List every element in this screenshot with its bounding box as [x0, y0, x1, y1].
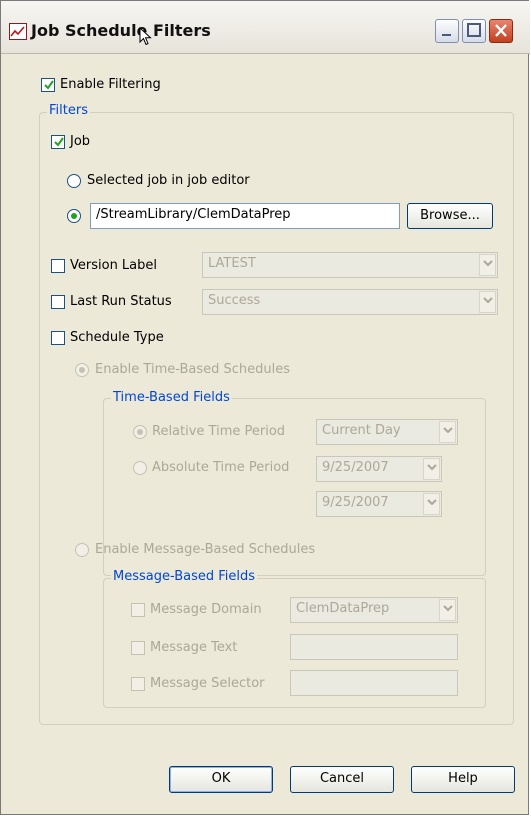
version-label-value: LATEST: [208, 256, 256, 271]
last-run-status-checkbox[interactable]: [51, 295, 65, 309]
selected-job-label: Selected job in job editor: [87, 173, 250, 188]
job-label: Job: [70, 134, 91, 149]
chevron-down-icon: [423, 458, 440, 480]
message-text-label: Message Text: [150, 640, 238, 655]
time-based-schedules-radio[interactable]: [75, 363, 89, 377]
help-button[interactable]: Help: [411, 766, 515, 793]
enable-filtering-label: Enable Filtering: [60, 77, 161, 92]
chevron-down-icon: [439, 599, 456, 621]
enable-filtering-checkbox[interactable]: [41, 78, 55, 92]
cancel-button[interactable]: Cancel: [290, 766, 394, 793]
message-text-checkbox[interactable]: [131, 641, 145, 655]
date-to-picker[interactable]: 9/25/2007: [316, 491, 442, 517]
message-based-schedules-label: Enable Message-Based Schedules: [95, 542, 316, 557]
time-based-fields-title: Time-Based Fields: [111, 390, 232, 405]
job-checkbox[interactable]: [51, 135, 65, 149]
relative-time-period-value: Current Day: [322, 423, 401, 438]
absolute-time-period-label: Absolute Time Period: [152, 460, 290, 475]
message-text-input[interactable]: [290, 634, 458, 660]
version-label-label: Version Label: [70, 258, 158, 273]
message-selector-label: Message Selector: [150, 676, 265, 691]
relative-time-period-select[interactable]: Current Day: [316, 419, 458, 445]
chevron-down-icon: [479, 291, 496, 313]
selected-job-radio[interactable]: [67, 174, 81, 188]
chevron-down-icon: [439, 421, 456, 443]
browse-button[interactable]: Browse...: [407, 203, 493, 229]
message-selector-input[interactable]: [290, 670, 458, 696]
message-domain-select[interactable]: ClemDataPrep: [290, 597, 458, 623]
version-label-checkbox[interactable]: [51, 259, 65, 273]
chevron-down-icon: [423, 493, 440, 515]
message-selector-checkbox[interactable]: [131, 677, 145, 691]
job-path-input[interactable]: /StreamLibrary/ClemDataPrep: [90, 203, 400, 229]
schedule-type-label: Schedule Type: [70, 330, 164, 345]
message-based-schedules-radio[interactable]: [75, 543, 89, 557]
message-domain-value: ClemDataPrep: [296, 601, 390, 616]
maximize-icon[interactable]: [462, 19, 486, 43]
last-run-status-value: Success: [208, 293, 261, 308]
relative-time-period-label: Relative Time Period: [152, 424, 286, 439]
message-based-fields-title: Message-Based Fields: [111, 569, 258, 584]
last-run-status-label: Last Run Status: [70, 294, 172, 309]
schedule-type-checkbox[interactable]: [51, 331, 65, 345]
job-schedule-filters-window: Job Schedule Filters Enable Filtering Fi…: [0, 0, 530, 815]
date-to-value: 9/25/2007: [322, 495, 389, 510]
mouse-cursor-icon: [139, 26, 153, 51]
message-domain-label: Message Domain: [150, 602, 262, 617]
time-based-schedules-label: Enable Time-Based Schedules: [95, 362, 291, 377]
relative-time-period-radio[interactable]: [133, 425, 147, 439]
version-label-select[interactable]: LATEST: [202, 252, 498, 278]
chevron-down-icon: [479, 254, 496, 276]
message-domain-checkbox[interactable]: [131, 603, 145, 617]
date-from-value: 9/25/2007: [322, 460, 389, 475]
filters-group-title: Filters: [47, 103, 90, 118]
close-icon[interactable]: [489, 19, 513, 43]
chart-icon: [9, 23, 27, 40]
job-path-radio[interactable]: [67, 209, 81, 223]
absolute-time-period-radio[interactable]: [133, 461, 147, 475]
date-from-picker[interactable]: 9/25/2007: [316, 456, 442, 482]
window-title: Job Schedule Filters: [31, 21, 211, 40]
title-bar[interactable]: Job Schedule Filters: [1, 1, 530, 54]
ok-button[interactable]: OK: [169, 766, 273, 793]
minimize-icon[interactable]: [435, 19, 459, 43]
last-run-status-select[interactable]: Success: [202, 289, 498, 315]
